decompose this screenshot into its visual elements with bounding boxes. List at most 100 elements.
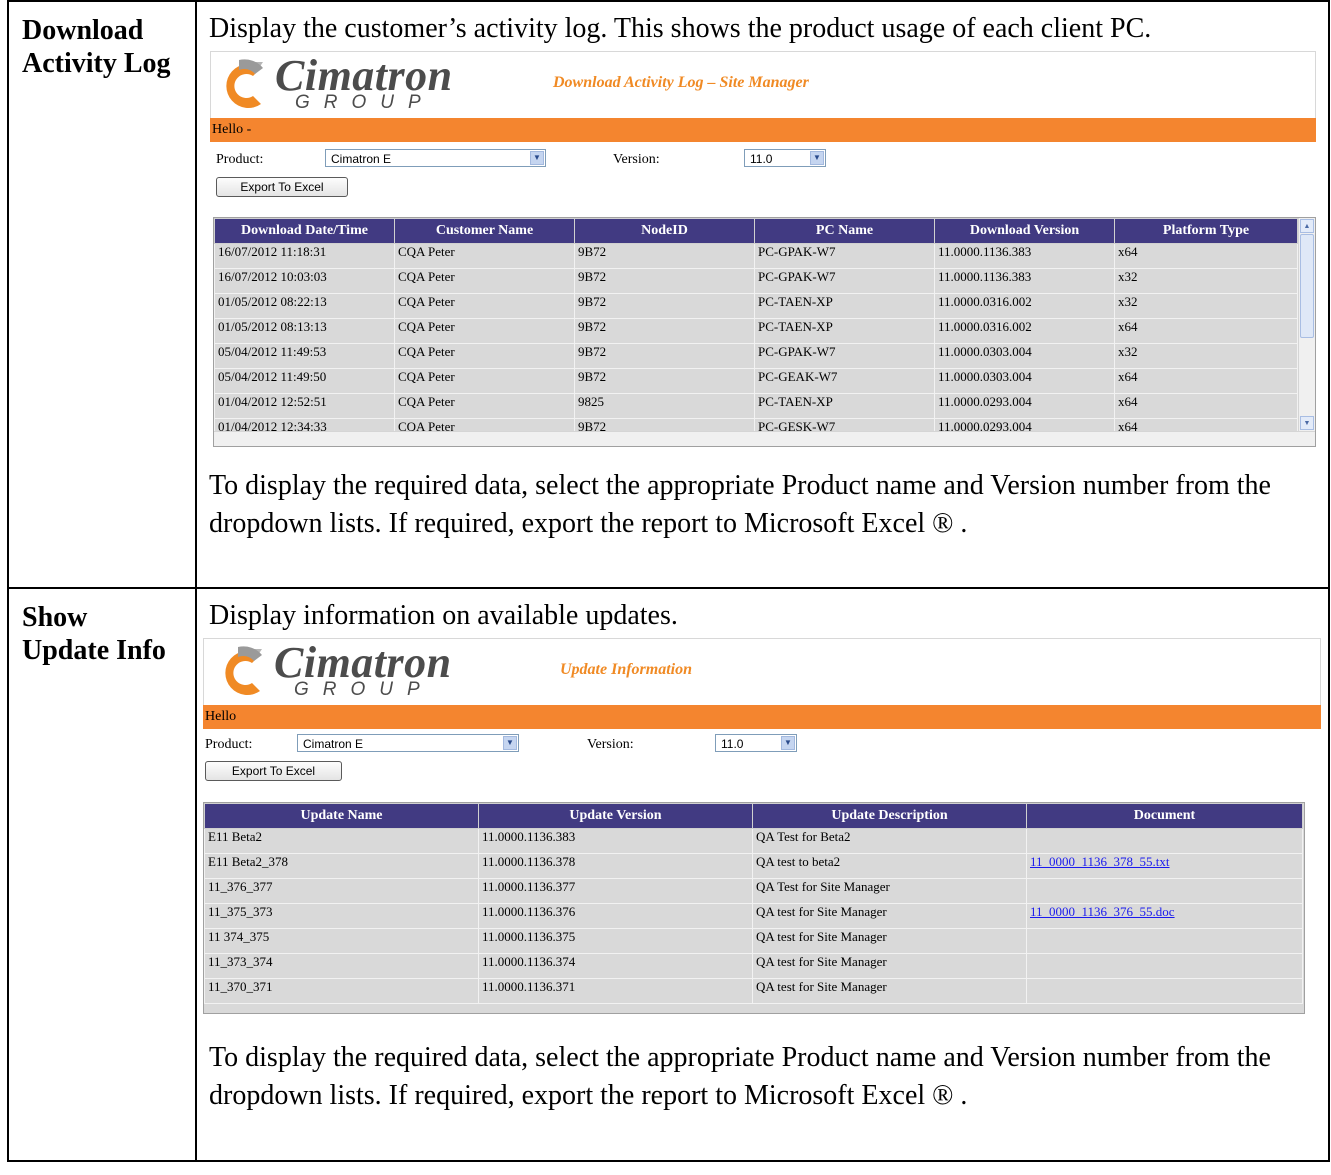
version-select-value: 11.0 (721, 737, 744, 751)
table-cell: CQA Peter (394, 268, 575, 294)
table-cell: 11.0000.1136.383 (478, 828, 753, 854)
feature-description-cell: Display information on available updates… (195, 587, 1330, 1162)
table-row[interactable]: E11 Beta2_378 11.0000.1136.378 QA test to … (204, 853, 1303, 879)
table-row[interactable]: 11_370_371 11.0000.1136.371 QA test for Si… (204, 978, 1303, 1004)
table-cell: PC-GEAK-W7 (754, 368, 935, 394)
table-cell: 11_373_374 (204, 953, 479, 979)
export-to-excel-button[interactable]: Export To Excel (205, 761, 342, 781)
version-label: Version: (613, 152, 660, 167)
scroll-down-icon[interactable]: ▼ (1300, 416, 1314, 430)
chevron-down-icon[interactable]: ▼ (810, 151, 824, 165)
column-header[interactable]: Update Description (752, 803, 1027, 829)
scrollbar-thumb[interactable] (1300, 234, 1314, 338)
table-row[interactable]: 05/04/2012 11:49:50 CQA Peter 9B72 PC-GEAK-… (214, 368, 1298, 394)
update-info-table: Update Name Update Version Update Descript… (204, 803, 1303, 1004)
hello-bar: Hello - (210, 118, 1316, 142)
version-label: Version: (587, 737, 634, 752)
document-link[interactable]: 11_0000_1136_376_55.doc (1030, 905, 1175, 920)
column-header[interactable]: PC Name (754, 218, 935, 244)
table-row[interactable]: 01/05/2012 08:13:13 CQA Peter 9B72 PC-TAEN-… (214, 318, 1298, 344)
app-page-title: Update Information (560, 661, 693, 678)
column-header[interactable]: Update Version (478, 803, 753, 829)
cimatron-c-icon (226, 59, 263, 109)
column-header[interactable]: Customer Name (394, 218, 575, 244)
table-row[interactable]: 01/04/2012 12:52:51 CQA Peter 9825 PC-TAEN-… (214, 393, 1298, 419)
version-select[interactable]: 11.0 ▼ (744, 149, 826, 167)
table-cell: x64 (1114, 368, 1298, 394)
cimatron-logo: Cimatron GROUP (217, 51, 477, 116)
table-row[interactable]: 11_375_373 11.0000.1136.376 QA test for Si… (204, 903, 1303, 929)
chevron-down-icon[interactable]: ▼ (503, 736, 517, 750)
table-cell: CQA Peter (394, 368, 575, 394)
document-table: Download Activity Log Display the custom… (7, 0, 1330, 1162)
column-header[interactable]: Platform Type (1114, 218, 1298, 244)
table-row[interactable]: 16/07/2012 10:03:03 CQA Peter 9B72 PC-GPAK-… (214, 268, 1298, 294)
app-header: Cimatron GROUP Download Activity Log – S… (210, 51, 1316, 118)
logo-group-text: GROUP (294, 679, 434, 700)
horizontal-scrollbar[interactable] (214, 431, 1315, 446)
vertical-scrollbar[interactable]: ▲ ▼ (1298, 218, 1315, 432)
table-cell: CQA Peter (394, 318, 575, 344)
table-row[interactable]: 05/04/2012 11:49:53 CQA Peter 9B72 PC-GPAK-… (214, 343, 1298, 369)
scroll-up-icon[interactable]: ▲ (1300, 219, 1314, 233)
feature-intro: Display the customer’s activity log. Thi… (209, 13, 1152, 44)
table-cell: 9825 (574, 393, 755, 419)
table-cell: 16/07/2012 10:03:03 (214, 268, 395, 294)
table-cell: 11.0000.0303.004 (934, 368, 1115, 394)
product-select-value: Cimatron E (331, 152, 392, 166)
table-row[interactable]: 16/07/2012 11:18:31 CQA Peter 9B72 PC-GPAK-… (214, 243, 1298, 269)
table-cell: QA test for Site Manager (752, 903, 1027, 929)
table-cell: QA test for Site Manager (752, 978, 1027, 1004)
product-select[interactable]: Cimatron E ▼ (297, 734, 519, 752)
table-cell: QA test to beta2 (752, 853, 1027, 879)
table-cell (1026, 978, 1303, 1004)
chevron-down-icon[interactable]: ▼ (781, 736, 795, 750)
table-cell: 11_0000_1136_378_55.txt (1026, 853, 1303, 879)
table-cell (1026, 928, 1303, 954)
chevron-down-icon[interactable]: ▼ (530, 151, 544, 165)
feature-description-cell: Display the customer’s activity log. Thi… (195, 0, 1330, 589)
table-cell: PC-TAEN-XP (754, 393, 935, 419)
table-cell (1026, 828, 1303, 854)
feature-instructions: To display the required data, select the… (209, 1042, 1271, 1111)
table-cell: 01/05/2012 08:22:13 (214, 293, 395, 319)
export-to-excel-button[interactable]: Export To Excel (216, 177, 348, 197)
table-row[interactable]: 11 374_375 11.0000.1136.375 QA test for Si… (204, 928, 1303, 954)
table-cell: E11 Beta2 (204, 828, 479, 854)
column-header[interactable]: Download Date/Time (214, 218, 395, 244)
app-page-title: Download Activity Log – Site Manager (553, 74, 809, 91)
column-header[interactable]: Update Name (204, 803, 479, 829)
table-cell: 11.0000.1136.378 (478, 853, 753, 879)
table-cell: 11.0000.1136.371 (478, 978, 753, 1004)
table-cell: 9B72 (574, 368, 755, 394)
logo-group-text: GROUP (295, 92, 435, 113)
version-select[interactable]: 11.0 ▼ (715, 734, 797, 752)
table-row[interactable]: 11_376_377 11.0000.1136.377 QA Test for Si… (204, 878, 1303, 904)
table-row[interactable]: 01/05/2012 08:22:13 CQA Peter 9B72 PC-TAEN-… (214, 293, 1298, 319)
product-select[interactable]: Cimatron E ▼ (325, 149, 546, 167)
table-cell: x64 (1114, 318, 1298, 344)
table-cell: 11.0000.1136.383 (934, 243, 1115, 269)
feature-name-cell: Download Activity Log (7, 0, 197, 589)
table-cell: CQA Peter (394, 243, 575, 269)
column-header[interactable]: Document (1026, 803, 1303, 829)
table-cell: 11.0000.1136.375 (478, 928, 753, 954)
table-cell: 11.0000.1136.376 (478, 903, 753, 929)
table-cell: x32 (1114, 268, 1298, 294)
feature-name-cell: Show Update Info (7, 587, 197, 1162)
table-cell: 9B72 (574, 343, 755, 369)
table-cell: 9B72 (574, 243, 755, 269)
version-select-value: 11.0 (750, 152, 773, 166)
app-header: Cimatron GROUP Update Information (203, 638, 1321, 705)
document-link[interactable]: 11_0000_1136_378_55.txt (1030, 855, 1170, 870)
table-cell: 11_376_377 (204, 878, 479, 904)
column-header[interactable]: Download Version (934, 218, 1115, 244)
table-cell: QA Test for Beta2 (752, 828, 1027, 854)
feature-instructions: To display the required data, select the… (209, 470, 1271, 539)
table-cell: 9B72 (574, 293, 755, 319)
column-header[interactable]: NodeID (574, 218, 755, 244)
table-cell: 05/04/2012 11:49:50 (214, 368, 395, 394)
table-row[interactable]: 11_373_374 11.0000.1136.374 QA test for Si… (204, 953, 1303, 979)
table-row[interactable]: E11 Beta2 11.0000.1136.383 QA Test for Bet… (204, 828, 1303, 854)
activity-log-grid: Download Date/Time Customer Name NodeID PC … (213, 217, 1316, 447)
